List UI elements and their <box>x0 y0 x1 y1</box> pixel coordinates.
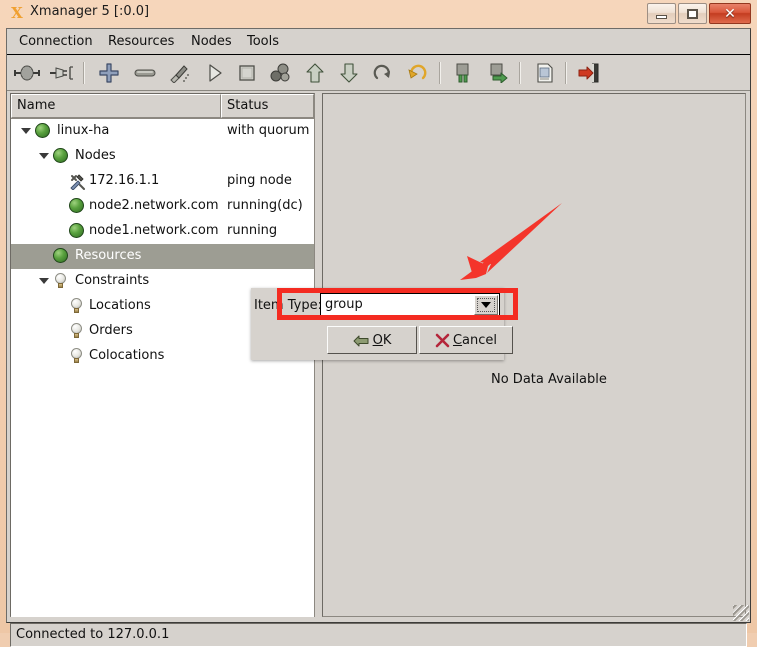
toolbar-separator-1 <box>83 62 85 84</box>
green-ball-icon <box>35 123 52 140</box>
menu-connection[interactable]: Connection <box>15 33 97 50</box>
lightbulb-icon <box>69 348 86 365</box>
x-logo-icon: X <box>11 4 23 22</box>
item-type-dialog: Item Type: group OK Cancel <box>251 288 513 360</box>
green-ball-icon <box>69 198 86 215</box>
tree-item-label: Resources <box>75 248 142 263</box>
edit-brush-icon[interactable] <box>165 59 193 87</box>
tree-item-label: 172.16.1.1 <box>89 173 160 188</box>
lightbulb-icon <box>53 273 70 290</box>
ok-button-label: OK <box>373 333 392 348</box>
cancel-button[interactable]: Cancel <box>419 326 513 354</box>
move-down-icon[interactable] <box>335 59 363 87</box>
menu-bar: Connection Resources Nodes Tools <box>7 29 750 55</box>
table-row[interactable]: 172.16.1.1 ping node <box>11 169 314 194</box>
x-mark-icon <box>435 333 450 347</box>
disconnect-icon[interactable] <box>47 59 75 87</box>
tree-item-label: linux-ha <box>57 123 110 138</box>
tree-item-label: Constraints <box>75 273 150 288</box>
close-icon: ✕ <box>724 5 736 22</box>
tree-item-label: Colocations <box>89 348 165 363</box>
window-controls: ✕ <box>647 3 751 24</box>
ok-rest: K <box>382 332 392 348</box>
expander-icon[interactable] <box>21 128 31 135</box>
item-type-dropdown-button[interactable] <box>474 295 498 315</box>
check-arrow-icon <box>353 335 369 346</box>
chevron-down-icon <box>481 302 491 308</box>
item-type-combobox[interactable]: group <box>320 293 500 317</box>
tree-item-status: running <box>227 223 278 238</box>
migrate-icon[interactable] <box>267 59 295 87</box>
expander-icon[interactable] <box>39 278 49 285</box>
column-header-status[interactable]: Status <box>221 94 314 118</box>
tree-item-label: Nodes <box>75 148 116 163</box>
lightbulb-icon <box>69 298 86 315</box>
remove-icon[interactable] <box>131 59 159 87</box>
menu-resources[interactable]: Resources <box>104 33 178 50</box>
tree-item-status: with quorum <box>227 123 310 138</box>
table-row[interactable]: linux-ha with quorum <box>11 119 314 144</box>
stop-icon[interactable] <box>233 59 261 87</box>
maximize-button[interactable] <box>678 3 707 24</box>
green-ball-icon <box>53 248 70 265</box>
item-type-value: group <box>325 297 363 312</box>
cancel-mnemonic: C <box>452 332 463 348</box>
ok-mnemonic: O <box>372 332 383 348</box>
tree-item-status: ping node <box>227 173 292 188</box>
green-ball-icon <box>69 223 86 240</box>
status-bar: Connected to 127.0.0.1 <box>10 623 747 647</box>
menu-nodes[interactable]: Nodes <box>187 33 236 50</box>
exit-icon[interactable] <box>575 59 603 87</box>
tree-item-label: node1.network.com <box>89 223 219 238</box>
tree-item-resources[interactable]: Resources <box>11 244 314 269</box>
new-connection-icon[interactable] <box>13 59 41 87</box>
toolbar-separator-3 <box>519 62 521 84</box>
table-row[interactable]: Nodes <box>11 144 314 169</box>
move-up-icon[interactable] <box>301 59 329 87</box>
minimize-icon <box>656 14 667 19</box>
no-data-message: No Data Available <box>491 372 607 387</box>
tree-item-status: running(dc) <box>227 198 303 213</box>
tree-body: linux-ha with quorum Nodes 172.16.1.1 pi… <box>11 119 314 617</box>
add-icon[interactable] <box>95 59 123 87</box>
application-window: X Xmanager 5 [:0.0] ✕ Connection Resourc… <box>0 0 757 647</box>
table-row[interactable]: node1.network.com running <box>11 219 314 244</box>
menu-tools[interactable]: Tools <box>243 33 283 50</box>
expander-icon[interactable] <box>39 153 49 160</box>
toolbar-separator-2 <box>439 62 441 84</box>
maximize-icon <box>687 8 698 19</box>
undo-icon[interactable] <box>403 59 431 87</box>
refresh-icon[interactable] <box>369 59 397 87</box>
lightbulb-icon <box>69 323 86 340</box>
tree-item-label: Locations <box>89 298 151 313</box>
resize-grip[interactable] <box>733 605 749 621</box>
tree-item-label: node2.network.com <box>89 198 219 213</box>
ok-button[interactable]: OK <box>327 326 417 354</box>
green-ball-icon <box>53 148 70 165</box>
tools-icon <box>69 173 86 191</box>
start-icon[interactable] <box>201 59 229 87</box>
tree-item-label: Orders <box>89 323 133 338</box>
minimize-button[interactable] <box>647 3 676 24</box>
cancel-rest: ancel <box>462 332 498 348</box>
table-row[interactable]: node2.network.com running(dc) <box>11 194 314 219</box>
title-bar: X Xmanager 5 [:0.0] ✕ <box>0 0 757 27</box>
report-icon[interactable] <box>531 59 559 87</box>
column-header-name[interactable]: Name <box>11 94 221 118</box>
cancel-button-label: Cancel <box>453 333 497 348</box>
standby-icon[interactable] <box>451 59 479 87</box>
toolbar <box>7 55 750 91</box>
item-type-label: Item Type: <box>254 298 322 313</box>
tree-column-headers: Name Status <box>11 94 314 119</box>
online-icon[interactable] <box>485 59 513 87</box>
window-title: Xmanager 5 [:0.0] <box>30 4 150 19</box>
close-button[interactable]: ✕ <box>709 3 751 24</box>
toolbar-separator-4 <box>565 62 567 84</box>
